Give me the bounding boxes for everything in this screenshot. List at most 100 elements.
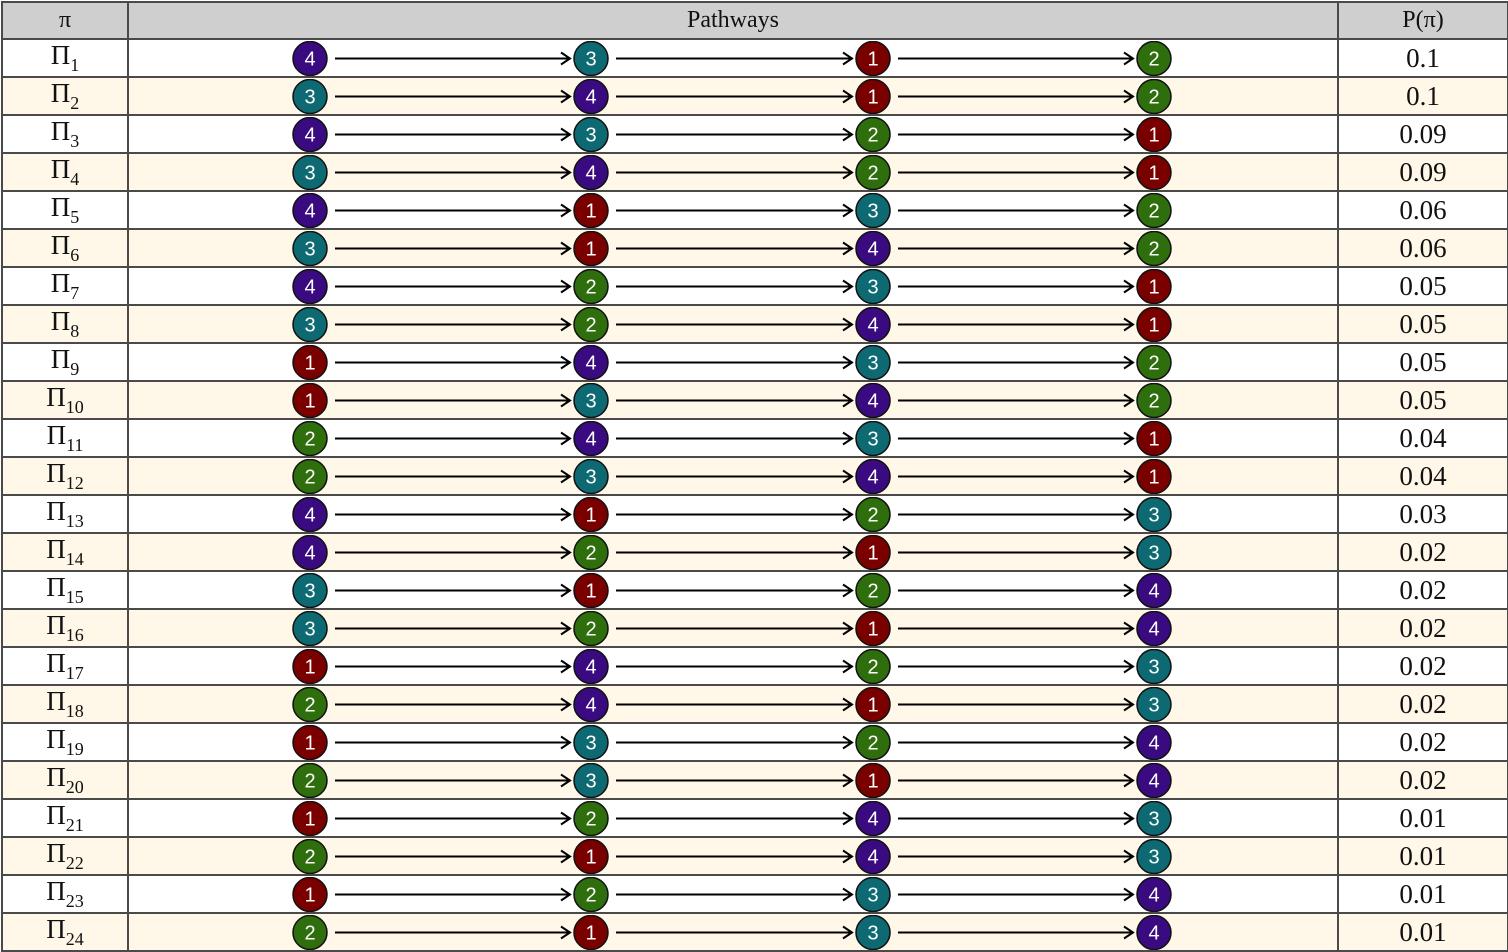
node-label: 1 [585,846,596,868]
pathway-subscript: 7 [70,283,80,303]
pathway-symbol: Π [46,724,66,754]
node-label: 2 [585,314,596,336]
arrow [335,431,572,445]
pathway-sequence: 3 2 1 4 [127,608,1339,648]
node-label: 2 [867,504,878,526]
pathway-sequence: 4 1 2 3 [127,494,1339,534]
pathway-sequence: 3 4 2 1 [127,152,1339,192]
node-2: 2 [292,763,328,797]
node-label: 1 [304,808,315,830]
table-row: Π5 4 1 3 2 0.06 [1,190,1508,230]
node-4: 4 [1136,877,1172,911]
pathway-subscript: 9 [70,359,80,379]
node-label: 1 [585,922,596,944]
node-label: 2 [304,922,315,944]
arrow [898,279,1135,293]
pathway-subscript: 11 [66,435,84,455]
arrow [898,925,1135,939]
arrow [898,431,1135,445]
pathway-symbol: Π [46,762,66,792]
arrow [616,697,854,711]
node-label: 1 [867,618,878,640]
node-label: 4 [304,542,315,564]
node-4: 4 [855,307,891,341]
arrow [616,51,854,65]
node-label: 2 [585,884,596,906]
arrow [898,887,1135,901]
node-label: 4 [585,162,596,184]
pathway-id: Π11 [1,418,129,458]
table-row: Π22 2 1 4 3 0.01 [1,836,1508,876]
pathway-probability: 0.01 [1337,836,1508,876]
pathway-symbol: Π [50,230,71,260]
node-label: 1 [867,86,878,108]
node-4: 4 [1136,725,1172,759]
node-3: 3 [573,763,609,797]
node-3: 3 [1136,649,1172,683]
node-label: 2 [304,466,315,488]
node-2: 2 [855,573,891,607]
node-label: 1 [1148,162,1159,184]
table-row: Π6 3 1 4 2 0.06 [1,228,1508,268]
pathway-subscript: 3 [70,131,80,151]
pathway-symbol: Π [50,306,71,336]
table-row: Π2 3 4 1 2 0.1 [1,76,1508,116]
arrow [616,317,854,331]
table-row: Π11 2 4 3 1 0.04 [1,418,1508,458]
pathway-probability: 0.01 [1337,798,1508,838]
arrow [616,735,854,749]
arrow [898,583,1135,597]
pathway-probability: 0.09 [1337,152,1508,192]
pathway-sequence: 3 1 4 2 [127,228,1339,268]
pathway-sequence: 4 3 2 1 [127,114,1339,154]
pathway-id: Π7 [1,266,129,306]
arrow [335,735,572,749]
node-label: 1 [867,770,878,792]
pathway-sequence: 4 2 1 3 [127,532,1339,572]
node-4: 4 [855,383,891,417]
arrow [898,355,1135,369]
node-label: 4 [585,86,596,108]
node-3: 3 [573,725,609,759]
table-row: Π18 2 4 1 3 0.02 [1,684,1508,724]
pathway-symbol: Π [46,610,66,640]
pathway-symbol: Π [46,648,66,678]
arrow [335,811,572,825]
table-row: Π9 1 4 3 2 0.05 [1,342,1508,382]
arrow [616,849,854,863]
pathway-symbol: Π [50,116,71,146]
arrow [898,773,1135,787]
pathway-symbol: Π [50,344,71,374]
arrow [616,583,854,597]
pathway-diagram: 3 2 1 4 [292,611,1172,645]
node-1: 1 [855,535,891,569]
node-1: 1 [573,915,609,949]
pathway-sequence: 1 2 3 4 [127,874,1339,914]
node-label: 3 [867,884,878,906]
node-4: 4 [573,421,609,455]
node-4: 4 [573,79,609,113]
node-label: 2 [585,618,596,640]
node-label: 3 [585,390,596,412]
node-label: 2 [304,428,315,450]
pathway-subscript: 21 [65,815,84,835]
table-row: Π21 1 2 4 3 0.01 [1,798,1508,838]
pathway-id: Π6 [1,228,129,268]
node-1: 1 [1136,421,1172,455]
node-3: 3 [855,421,891,455]
node-label: 2 [867,580,878,602]
node-1: 1 [573,231,609,265]
node-4: 4 [855,459,891,493]
node-label: 4 [867,314,878,336]
node-1: 1 [1136,307,1172,341]
arrow [898,811,1135,825]
pathway-sequence: 4 3 1 2 [127,38,1339,78]
pathway-diagram: 4 1 3 2 [292,193,1172,227]
node-label: 3 [867,200,878,222]
pathway-diagram: 4 2 1 3 [292,535,1172,569]
pathway-probability: 0.04 [1337,418,1508,458]
arrow [335,545,572,559]
pathway-symbol: Π [46,572,66,602]
header-pathways: Pathways [127,1,1339,40]
node-label: 1 [585,504,596,526]
